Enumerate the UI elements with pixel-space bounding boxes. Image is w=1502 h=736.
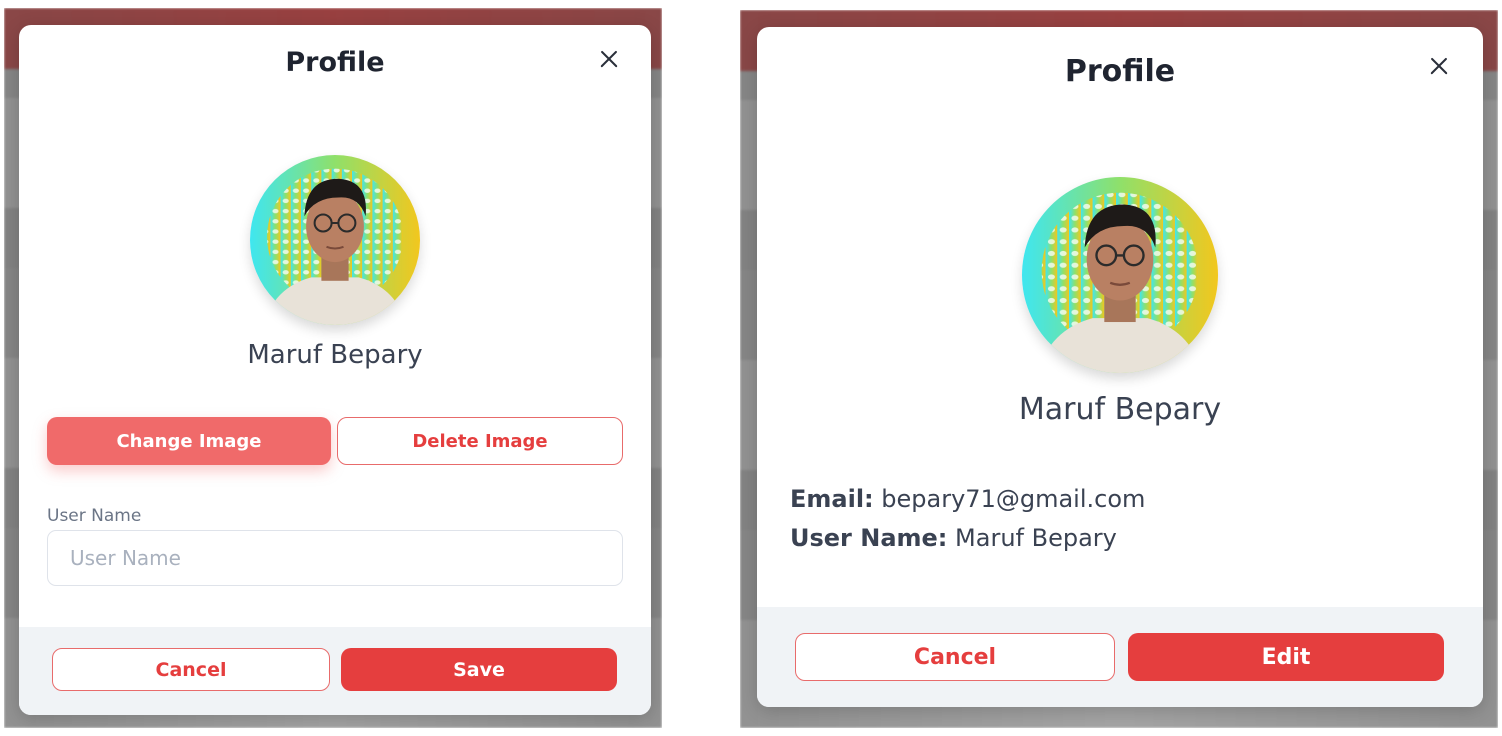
- user-name-input[interactable]: [47, 530, 623, 586]
- save-button[interactable]: Save: [341, 648, 617, 691]
- change-image-button[interactable]: Change Image: [47, 417, 331, 465]
- avatar: [250, 155, 420, 325]
- email-row: Email: bepary71@gmail.com: [790, 485, 1145, 513]
- user-name-value: Maruf Bepary: [955, 524, 1117, 552]
- edit-profile-modal: Profile Maruf Bepary Change Image Delete…: [19, 25, 651, 715]
- email-label: Email:: [790, 485, 874, 513]
- user-name-label: User Name: [47, 506, 142, 526]
- modal-title: Profile: [1064, 54, 1176, 89]
- cancel-button[interactable]: Cancel: [795, 633, 1115, 681]
- modal-footer: Cancel Edit: [757, 607, 1483, 707]
- modal-footer: Cancel Save: [19, 627, 651, 715]
- edit-profile-screenshot: Profile Maruf Bepary Change Image Delete…: [4, 8, 662, 728]
- close-icon[interactable]: [1425, 52, 1453, 80]
- profile-user-name: Maruf Bepary: [247, 340, 423, 370]
- delete-image-button[interactable]: Delete Image: [337, 417, 623, 465]
- view-profile-screenshot: Profile Maruf Bepary Email: bepary71@gma…: [740, 10, 1498, 728]
- profile-user-name: Maruf Bepary: [1018, 392, 1222, 427]
- cancel-button[interactable]: Cancel: [52, 648, 330, 691]
- view-profile-modal: Profile Maruf Bepary Email: bepary71@gma…: [757, 27, 1483, 707]
- avatar: [1022, 177, 1218, 373]
- user-name-row: User Name: Maruf Bepary: [790, 524, 1117, 552]
- close-icon[interactable]: [595, 45, 623, 73]
- modal-title: Profile: [285, 47, 385, 78]
- user-name-label: User Name:: [790, 524, 948, 552]
- email-value: bepary71@gmail.com: [881, 485, 1146, 513]
- edit-button[interactable]: Edit: [1128, 633, 1444, 681]
